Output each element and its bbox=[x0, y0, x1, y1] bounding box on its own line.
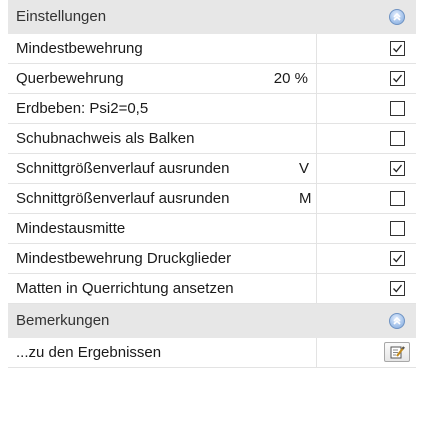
section-header-bemerkungen[interactable]: Bemerkungen bbox=[8, 304, 416, 338]
option-row-schubnachweis: Schubnachweis als Balken bbox=[8, 124, 416, 154]
section-header-einstellungen[interactable]: Einstellungen bbox=[8, 0, 416, 34]
remark-row-ergebnisse: ...zu den Ergebnissen bbox=[8, 338, 416, 368]
column-divider bbox=[316, 64, 317, 93]
section-title: Einstellungen bbox=[16, 8, 107, 25]
option-label: Schnittgrößenverlauf ausrunden bbox=[16, 190, 230, 207]
option-row-erdbeben: Erdbeben: Psi2=0,5 bbox=[8, 94, 416, 124]
option-row-querbewehrung: Querbewehrung 20 % bbox=[8, 64, 416, 94]
checkbox-ausrunden-v[interactable] bbox=[390, 161, 405, 176]
checkbox-mindestbewehrung[interactable] bbox=[390, 41, 405, 56]
option-suffix: M bbox=[299, 190, 312, 207]
option-row-mindestbewehrung: Mindestbewehrung bbox=[8, 34, 416, 64]
option-label: Querbewehrung bbox=[16, 70, 124, 87]
column-divider bbox=[316, 274, 317, 303]
option-label: Mindestausmitte bbox=[16, 220, 126, 237]
edit-remark-button[interactable] bbox=[384, 342, 410, 362]
option-row-matten: Matten in Querrichtung ansetzen bbox=[8, 274, 416, 304]
column-divider bbox=[316, 154, 317, 183]
option-row-ausrunden-v: Schnittgrößenverlauf ausrunden V bbox=[8, 154, 416, 184]
column-divider bbox=[316, 124, 317, 153]
option-label: Matten in Querrichtung ansetzen bbox=[16, 280, 234, 297]
checkbox-mindestausmitte[interactable] bbox=[390, 221, 405, 236]
option-row-ausrunden-m: Schnittgrößenverlauf ausrunden M bbox=[8, 184, 416, 214]
option-label: Erdbeben: Psi2=0,5 bbox=[16, 100, 149, 117]
edit-note-icon bbox=[390, 346, 405, 359]
checkmark-icon bbox=[393, 74, 403, 83]
checkbox-matten[interactable] bbox=[390, 281, 405, 296]
checkmark-icon bbox=[393, 44, 403, 53]
option-label: Mindestbewehrung Druckglieder bbox=[16, 250, 232, 267]
collapse-up-icon[interactable] bbox=[389, 9, 405, 25]
settings-panel: Einstellungen Mindestbewehrung Querbeweh… bbox=[8, 0, 416, 421]
collapse-up-icon[interactable] bbox=[389, 313, 405, 329]
checkbox-erdbeben[interactable] bbox=[390, 101, 405, 116]
checkbox-schubnachweis[interactable] bbox=[390, 131, 405, 146]
column-divider bbox=[316, 94, 317, 123]
option-row-mindestausmitte: Mindestausmitte bbox=[8, 214, 416, 244]
checkbox-querbewehrung[interactable] bbox=[390, 71, 405, 86]
checkbox-druckglieder[interactable] bbox=[390, 251, 405, 266]
column-divider bbox=[316, 214, 317, 243]
column-divider bbox=[316, 338, 317, 367]
option-row-druckglieder: Mindestbewehrung Druckglieder bbox=[8, 244, 416, 274]
option-label: Mindestbewehrung bbox=[16, 40, 143, 57]
checkbox-ausrunden-m[interactable] bbox=[390, 191, 405, 206]
checkmark-icon bbox=[393, 164, 403, 173]
column-divider bbox=[316, 244, 317, 273]
checkmark-icon bbox=[393, 254, 403, 263]
option-label: Schubnachweis als Balken bbox=[16, 130, 195, 147]
option-value[interactable]: 20 % bbox=[274, 70, 308, 87]
column-divider bbox=[316, 184, 317, 213]
option-label: Schnittgrößenverlauf ausrunden bbox=[16, 160, 230, 177]
column-divider bbox=[316, 34, 317, 63]
checkmark-icon bbox=[393, 284, 403, 293]
section-title: Bemerkungen bbox=[16, 312, 110, 329]
option-suffix: V bbox=[299, 160, 310, 177]
remark-label: ...zu den Ergebnissen bbox=[16, 344, 162, 361]
